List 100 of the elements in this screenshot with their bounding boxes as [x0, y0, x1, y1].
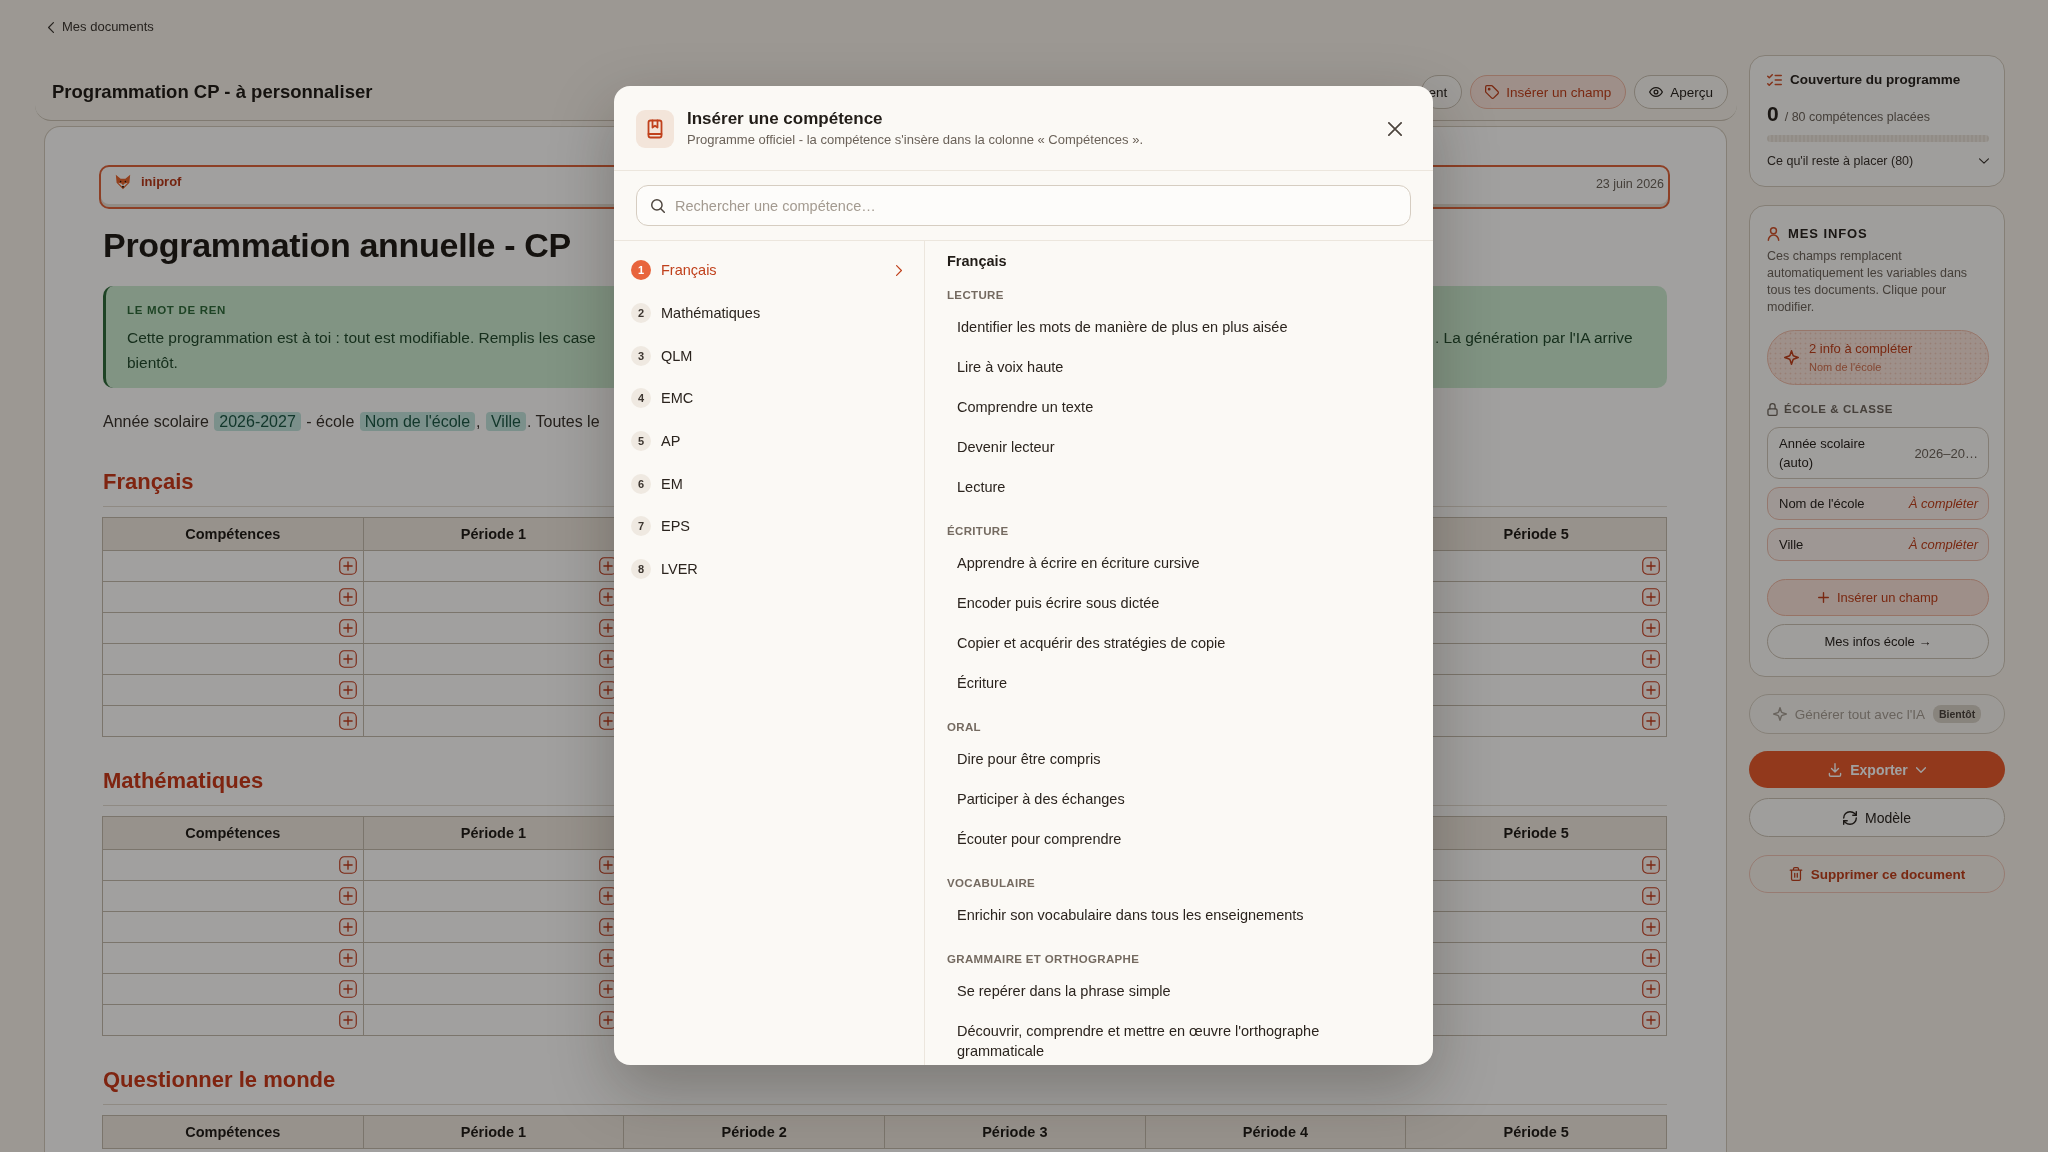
field-value: À compléter [1908, 536, 1978, 554]
search-field[interactable]: Rechercher une compétence… [636, 185, 1411, 226]
back-link[interactable]: Mes documents [48, 18, 154, 36]
column-header: Compétences [102, 816, 364, 850]
group-title: GRAMMAIRE ET ORTHOGRAPHE [947, 952, 1140, 967]
group-title: ÉCRITURE [947, 524, 1009, 539]
skill-item[interactable]: Encoder puis écrire sous dictée [947, 583, 1170, 623]
skill-item[interactable]: Participer à des échanges [947, 779, 1135, 819]
group-title: VOCABULAIRE [947, 876, 1036, 891]
preview-button[interactable]: Aperçu [1634, 75, 1728, 109]
skill-item[interactable]: Lire à voix haute [947, 347, 1074, 387]
skill-item[interactable]: Copier et acquérir des stratégies de copie [947, 623, 1236, 663]
section-title: Français [103, 468, 194, 496]
book-icon [636, 109, 674, 148]
document-date: 23 juin 2026 [1595, 176, 1664, 193]
info-field[interactable]: Nom de l'école À compléter [1767, 487, 1989, 520]
variable-chip[interactable]: 2026-2027 [214, 412, 301, 431]
chevron-left-icon [48, 21, 54, 33]
chevron-right-icon [896, 264, 902, 276]
group-title: LECTURE [947, 288, 1004, 303]
school-info-button[interactable]: Mes infos école → [1767, 624, 1989, 659]
dialog-subtitle: Programme officiel - la compétence s'insère dans la colonne « Compétences ». [687, 131, 1144, 149]
trash-icon [1788, 867, 1803, 881]
field-label: Ville [1779, 536, 1804, 554]
info-description: Ces champs remplacent automatiquement les variables dans tous tes documents. Clique pour modifier. [1767, 248, 1969, 316]
chevron-down-icon [1979, 158, 1989, 164]
skill-item[interactable]: Se repérer dans la phrase simple [947, 971, 1181, 1011]
column-header: Période 1 [362, 1115, 625, 1149]
group-title: ÉCOLE & CLASSE [1784, 402, 1893, 417]
section-title: Questionner le monde [103, 1066, 336, 1094]
skill-item[interactable]: Enrichir son vocabulaire dans tous les enseignements [947, 895, 1314, 935]
subject-heading: Français [947, 252, 1007, 271]
person-icon [1767, 227, 1780, 241]
column-header: Période 4 [1144, 1115, 1407, 1149]
group-title: ORAL [947, 720, 981, 735]
count-label: / 80 compétences placées [1784, 110, 1930, 124]
skill-item[interactable]: Comprendre un texte [947, 387, 1104, 427]
page-title: Programmation CP - à personnaliser [52, 80, 373, 104]
column-header: Période 3 [884, 1115, 1146, 1149]
subject-item[interactable]: 4 EMC [614, 377, 924, 420]
step-number: 1 [631, 260, 651, 281]
eye-icon [1649, 85, 1664, 99]
chevron-down-icon [1915, 766, 1926, 773]
step-number: 7 [631, 516, 651, 537]
column-header: Période 2 [623, 1115, 885, 1149]
search-icon [651, 198, 665, 213]
callout-text: Cette programmation est à toi : tout est modifiable. Remplis les case bientôt. [127, 328, 596, 373]
subject-item[interactable]: 2 Mathématiques [614, 291, 924, 335]
sparkle-icon [1772, 707, 1787, 721]
template-button[interactable]: Modèle [1749, 798, 2005, 837]
alert-title: 2 info à compléter [1809, 340, 1913, 358]
step-number: 3 [631, 345, 651, 366]
close-icon[interactable] [1388, 121, 1402, 136]
dialog-title: Insérer une compétence [687, 108, 883, 130]
subject-item[interactable]: 5 AP [614, 419, 924, 463]
column-header: Compétences [102, 517, 364, 551]
step-number: 4 [631, 388, 651, 409]
skill-item[interactable]: Dire pour être compris [947, 739, 1111, 779]
variable-chip[interactable]: Ville [485, 412, 526, 431]
download-icon [1828, 762, 1843, 777]
skill-item[interactable]: Lecture [947, 467, 1016, 507]
document-title: Programmation annuelle - CP [103, 225, 571, 265]
skill-item[interactable]: Écriture [947, 663, 1017, 703]
column-header: Période 5 [1405, 1115, 1667, 1149]
subject-item[interactable]: 3 QLM [614, 334, 924, 378]
skill-item[interactable]: Écouter pour comprendre [947, 819, 1132, 859]
alert-detail: Nom de l'école [1809, 360, 1883, 375]
field-value: À compléter [1908, 495, 1978, 513]
callout-text: . La génération par l'IA arrive [1435, 328, 1633, 348]
subject-item[interactable]: 6 EM [614, 462, 924, 506]
subject-item[interactable]: 1 Français [614, 249, 924, 292]
remaining-label: Ce qu'il reste à placer (80) [1767, 153, 1914, 170]
checklist-icon [1767, 74, 1782, 86]
step-number: 8 [631, 559, 651, 580]
field-value: 2026–20… [1914, 444, 1978, 463]
sparkle-icon [1784, 350, 1799, 365]
fox-icon [115, 174, 131, 190]
step-number: 5 [631, 431, 651, 452]
tag-icon [1485, 85, 1500, 99]
callout-label: LE MOT DE REN [127, 303, 227, 317]
field-label: Année scolaire (auto) [1779, 435, 1866, 472]
info-field[interactable]: Ville À compléter [1767, 528, 1989, 561]
column-header: Compétences [102, 1115, 364, 1149]
plus-icon [1817, 592, 1829, 603]
refresh-icon [1843, 810, 1858, 825]
info-field[interactable]: Année scolaire (auto) 2026–20… [1767, 427, 1989, 479]
remaining-toggle[interactable]: Ce qu'il reste à placer (80) [1767, 152, 1989, 170]
card-title: Couverture du programme [1790, 71, 1961, 89]
school-year-line: Année scolaire 2026-2027 - école Nom de l'école , Ville . Toutes le [103, 411, 600, 433]
skill-item[interactable]: Découvrir, comprendre et mettre en œuvre l'orthographe grammaticale [947, 1011, 1367, 1065]
skill-item[interactable]: Identifier les mots de manière de plus en plus aisée [947, 307, 1298, 347]
placed-count: 0 [1767, 102, 1779, 126]
card-title: MES INFOS [1788, 225, 1868, 243]
lock-icon [1767, 402, 1778, 416]
step-number: 6 [631, 473, 651, 494]
skill-item[interactable]: Devenir lecteur [947, 427, 1065, 467]
variable-chip[interactable]: Nom de l'école [359, 412, 476, 431]
field-label: Nom de l'école [1779, 495, 1865, 513]
skill-item[interactable]: Apprendre à écrire en écriture cursive [947, 543, 1210, 583]
section-title: Mathématiques [103, 767, 264, 795]
